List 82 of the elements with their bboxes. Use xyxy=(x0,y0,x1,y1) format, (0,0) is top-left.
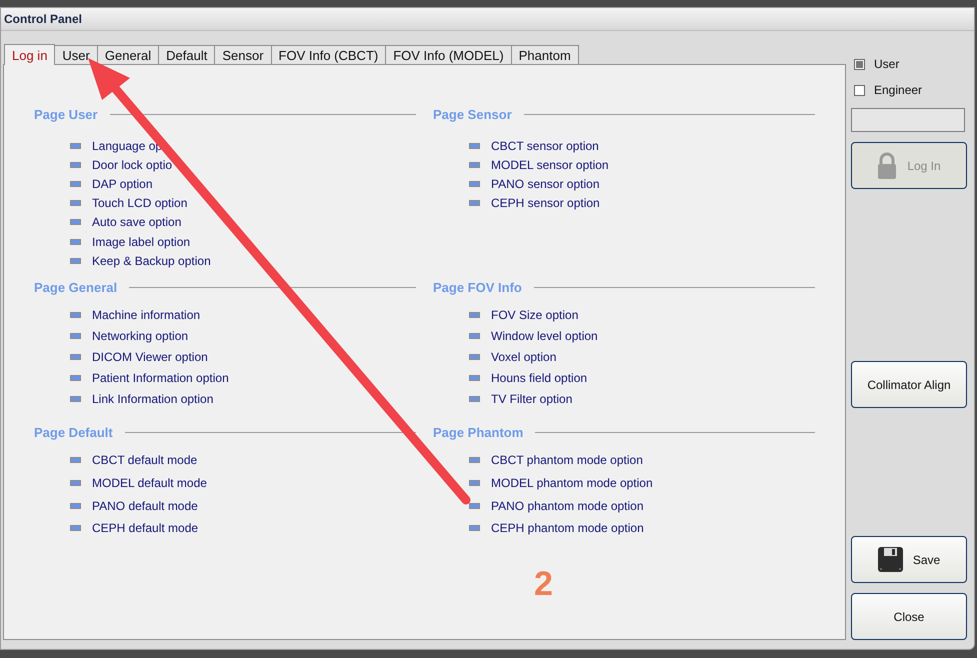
option-link[interactable]: PANO default mode xyxy=(92,498,198,513)
section-heading: Page Phantom xyxy=(433,425,524,440)
tab[interactable]: Phantom xyxy=(510,45,579,64)
section-heading: Page Sensor xyxy=(433,107,512,122)
bullet-icon xyxy=(469,142,480,149)
section-heading: Page User xyxy=(34,107,98,122)
checkbox[interactable] xyxy=(854,84,865,96)
option-link[interactable]: Voxel option xyxy=(491,350,556,364)
bullet-icon xyxy=(70,162,81,168)
action-button[interactable]: Close xyxy=(851,593,967,640)
option-link[interactable]: Image label option xyxy=(92,234,190,249)
tab[interactable]: FOV Info (CBCT) xyxy=(270,45,386,64)
bullet-icon xyxy=(469,354,480,360)
section-heading: Page General xyxy=(34,280,118,295)
bullet-icon xyxy=(469,457,480,464)
bullet-icon xyxy=(469,180,480,187)
option-link[interactable]: Touch LCD option xyxy=(92,196,188,210)
option-link[interactable]: CBCT default mode xyxy=(92,453,198,468)
option-link[interactable]: Link Information option xyxy=(92,392,214,406)
bullet-icon xyxy=(469,396,480,402)
bullet-icon xyxy=(70,396,81,402)
annotation-number: 2 xyxy=(534,565,553,604)
checkbox[interactable] xyxy=(854,58,865,70)
option-link[interactable]: MODEL phantom mode option xyxy=(491,476,653,490)
option-link[interactable]: TV Filter option xyxy=(491,392,572,406)
lock-icon xyxy=(877,152,898,180)
option-link[interactable]: Patient Information option xyxy=(92,370,229,384)
option-link[interactable]: DAP option xyxy=(92,176,152,191)
bullet-icon xyxy=(70,480,81,486)
section-heading: Page FOV Info xyxy=(433,280,522,295)
option-link[interactable]: Houns field option xyxy=(491,370,588,384)
option-link[interactable]: CBCT phantom mode option xyxy=(491,453,643,468)
option-link[interactable]: Door lock optio xyxy=(92,158,172,172)
option-link[interactable]: Window level option xyxy=(491,328,598,342)
tab[interactable]: Log in xyxy=(4,44,56,65)
tab[interactable]: User xyxy=(54,45,98,64)
password-field[interactable] xyxy=(851,108,965,132)
action-button[interactable]: Collimator Align xyxy=(851,361,967,408)
save-button[interactable]: Save xyxy=(851,536,967,583)
bullet-icon xyxy=(70,258,81,264)
bullet-icon xyxy=(70,525,81,532)
tab[interactable]: FOV Info (MODEL) xyxy=(385,45,512,64)
bullet-icon xyxy=(469,502,480,509)
bullet-icon xyxy=(70,457,81,464)
option-link[interactable]: CEPH phantom mode option xyxy=(491,521,644,536)
checkbox-label[interactable]: User xyxy=(874,57,900,71)
option-link[interactable]: FOV Size option xyxy=(491,308,578,322)
bullet-icon xyxy=(70,374,81,380)
bullet-icon xyxy=(469,332,480,338)
checkbox-label[interactable]: Engineer xyxy=(874,83,922,97)
bullet-icon xyxy=(469,480,480,486)
bullet-icon xyxy=(70,502,81,509)
bullet-icon xyxy=(70,200,81,206)
section-heading: Page Default xyxy=(34,425,113,440)
option-link[interactable]: CEPH sensor option xyxy=(491,196,600,210)
bullet-icon xyxy=(469,374,480,380)
window-title: Control Panel xyxy=(4,12,82,26)
option-link[interactable]: Networking option xyxy=(92,328,188,342)
option-link[interactable]: PANO sensor option xyxy=(491,176,600,191)
option-link[interactable]: MODEL sensor option xyxy=(491,158,609,172)
bullet-icon xyxy=(469,525,480,532)
option-link[interactable]: MODEL default mode xyxy=(92,476,207,490)
option-link[interactable]: CBCT sensor option xyxy=(491,138,599,153)
tab[interactable]: Default xyxy=(158,45,216,64)
option-link[interactable]: DICOM Viewer option xyxy=(92,350,208,364)
bullet-icon xyxy=(70,219,81,226)
bullet-icon xyxy=(469,312,480,318)
option-link[interactable]: CEPH default mode xyxy=(92,521,198,536)
tab[interactable]: Sensor xyxy=(214,45,272,64)
bullet-icon xyxy=(469,200,480,206)
bullet-icon xyxy=(70,238,81,245)
tab[interactable]: General xyxy=(96,45,160,64)
bullet-icon xyxy=(70,354,81,360)
option-link[interactable]: Machine information xyxy=(92,308,200,322)
option-link[interactable]: Keep & Backup option xyxy=(92,254,211,268)
bullet-icon xyxy=(70,312,81,318)
bullet-icon xyxy=(70,332,81,338)
bullet-icon xyxy=(469,162,480,168)
bullet-icon xyxy=(70,142,81,149)
option-link[interactable]: Auto save option xyxy=(92,215,182,230)
bullet-icon xyxy=(70,180,81,187)
option-link[interactable]: PANO phantom mode option xyxy=(491,498,644,513)
